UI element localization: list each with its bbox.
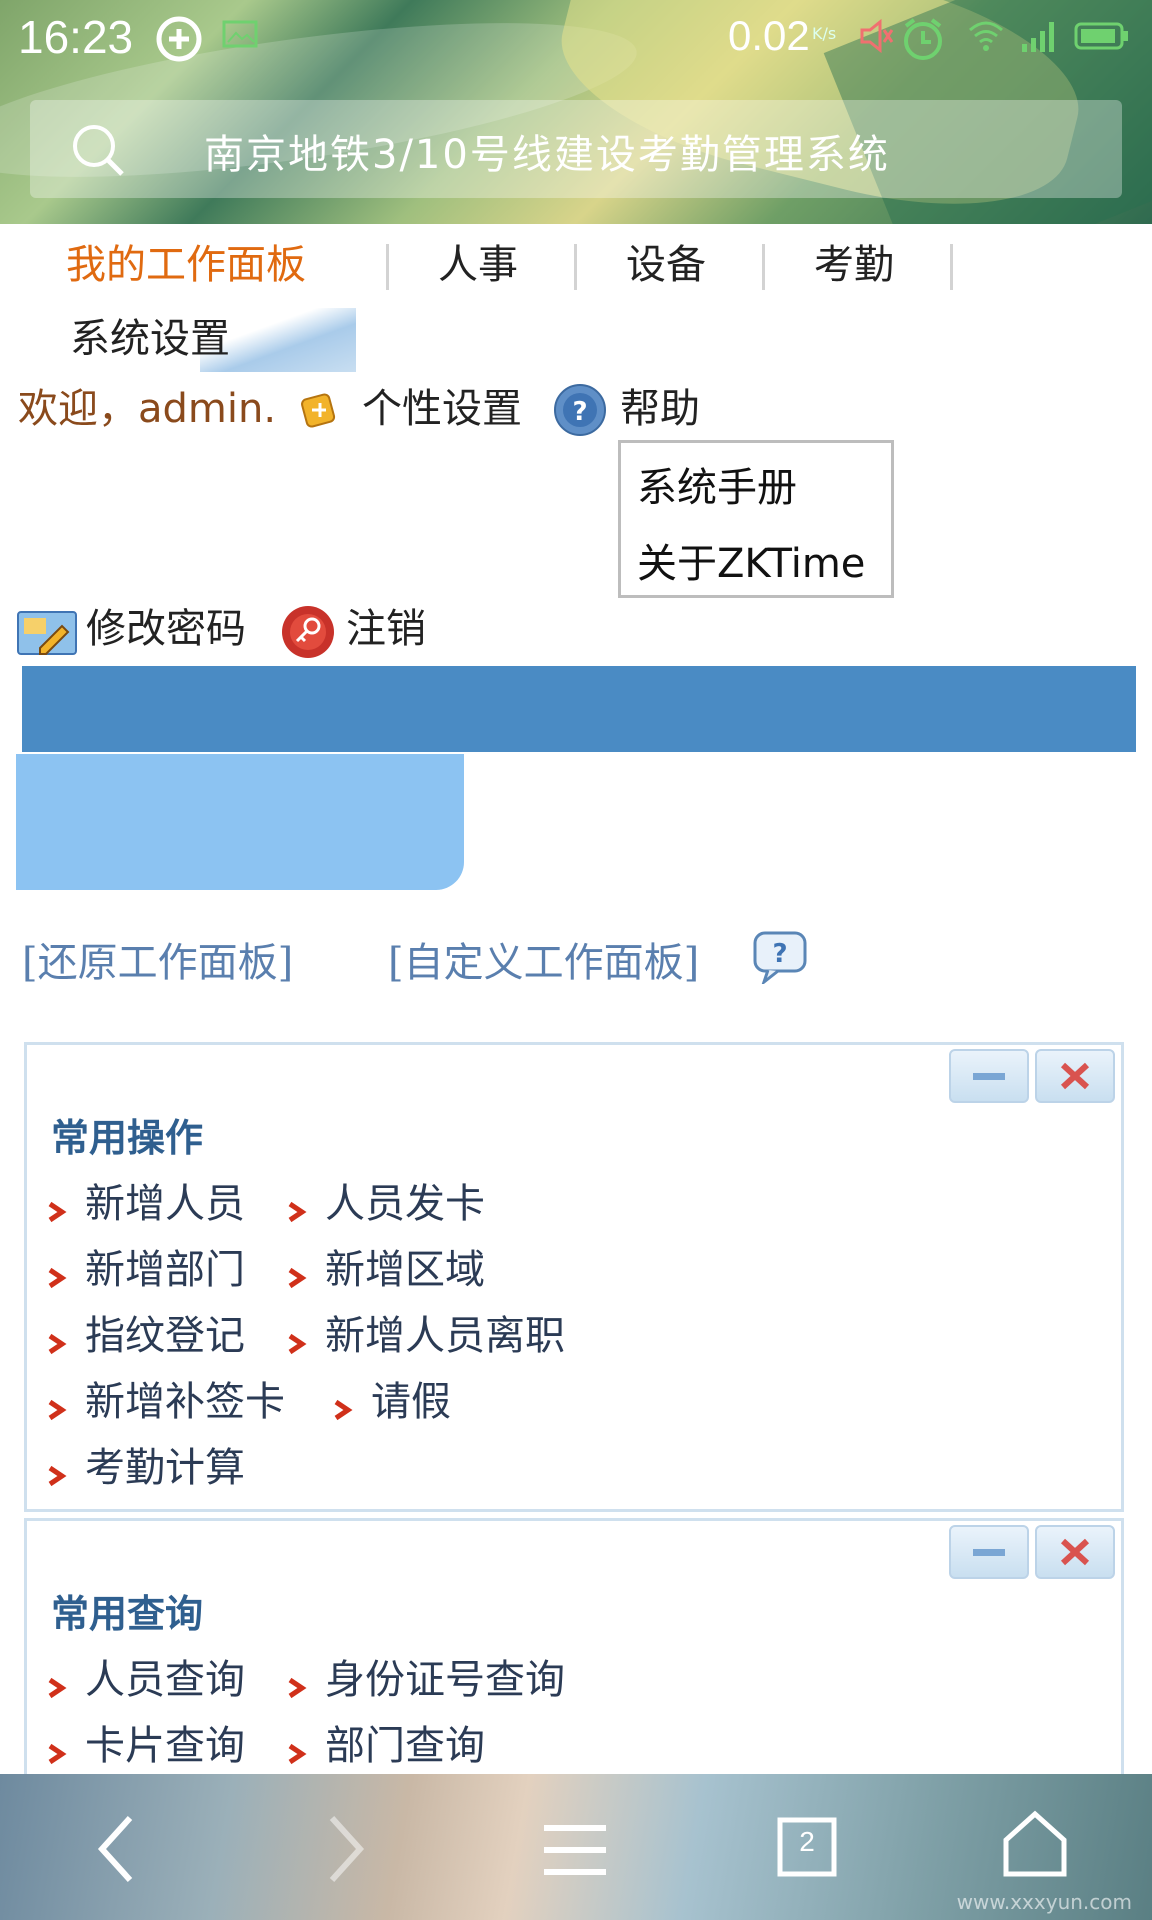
op-fingerprint-enroll[interactable]: 指纹登记 <box>85 1303 245 1361</box>
alarm-icon <box>900 16 946 66</box>
search-bar[interactable]: 南京地铁3/10号线建设考勤管理系统 <box>30 100 1122 198</box>
bullet-arrow-icon <box>47 1267 67 1289</box>
edit-password-icon <box>16 608 78 662</box>
svg-text:?: ? <box>572 397 587 427</box>
sync-icon <box>156 16 202 66</box>
query-person[interactable]: 人员查询 <box>85 1647 245 1705</box>
panel-title: 常用查询 <box>51 1591 204 1636</box>
query-department[interactable]: 部门查询 <box>325 1713 485 1771</box>
common-operations-panel: 常用操作 新增人员 人员发卡 新增部门 新增区域 指纹登记 新增人员离职 新增补… <box>24 1042 1124 1512</box>
menu-icon[interactable] <box>540 1822 610 1882</box>
query-id-number[interactable]: 身份证号查询 <box>325 1647 565 1705</box>
help-dropdown-menu: 系统手册 关于ZKTime <box>618 440 894 598</box>
op-add-department[interactable]: 新增部门 <box>85 1237 245 1295</box>
close-button[interactable] <box>1035 1525 1115 1579</box>
bullet-arrow-icon <box>47 1677 67 1699</box>
search-text: 南京地铁3/10号线建设考勤管理系统 <box>204 132 890 178</box>
minimize-button[interactable] <box>949 1525 1029 1579</box>
settings-icon <box>300 390 340 434</box>
bullet-arrow-icon <box>47 1333 67 1355</box>
tab-system-settings[interactable]: 系统设置 <box>70 306 230 364</box>
battery-icon <box>1074 16 1130 60</box>
header-blue-bar <box>22 666 1136 752</box>
net-speed: 0.02 <box>728 12 810 59</box>
tabs-icon[interactable]: 2 <box>776 1816 838 1882</box>
search-icon <box>70 122 126 178</box>
bullet-arrow-icon <box>47 1743 67 1765</box>
bullet-arrow-icon <box>47 1465 67 1487</box>
browser-bottom-bar: 2 www.xxxyun.com <box>0 1774 1152 1920</box>
logout-icon <box>280 604 336 664</box>
status-time: 16:23 <box>18 11 134 63</box>
op-add-area[interactable]: 新增区域 <box>325 1237 485 1295</box>
net-speed-unit: K/s <box>812 24 837 43</box>
tab-personnel[interactable]: 人事 <box>438 232 518 290</box>
signal-icon <box>1018 16 1058 60</box>
tab-separator <box>386 244 389 290</box>
op-issue-card[interactable]: 人员发卡 <box>325 1171 485 1229</box>
help-icon: ? <box>552 382 608 442</box>
minimize-button[interactable] <box>949 1049 1029 1103</box>
tab-attendance[interactable]: 考勤 <box>814 232 894 290</box>
mute-icon <box>858 16 894 60</box>
menu-item-system-manual[interactable]: 系统手册 <box>637 455 797 513</box>
query-card[interactable]: 卡片查询 <box>85 1713 245 1771</box>
bullet-arrow-icon <box>333 1399 353 1421</box>
status-bar: 16:23 0.02 K/s <box>0 0 1152 78</box>
op-add-resignation[interactable]: 新增人员离职 <box>325 1303 565 1361</box>
panel-title: 常用操作 <box>51 1115 204 1160</box>
customize-dashboard-link[interactable]: [自定义工作面板] <box>388 930 699 988</box>
common-queries-panel: 常用查询 人员查询 身份证号查询 卡片查询 部门查询 <box>24 1518 1124 1778</box>
forward-icon[interactable] <box>326 1814 366 1888</box>
sub-header-block <box>16 754 464 890</box>
welcome-text: 欢迎，admin. <box>18 386 277 432</box>
bullet-arrow-icon <box>287 1677 307 1699</box>
bullet-arrow-icon <box>287 1743 307 1765</box>
home-icon[interactable] <box>1002 1810 1068 1882</box>
op-add-person[interactable]: 新增人员 <box>85 1171 245 1229</box>
image-icon <box>222 16 258 56</box>
personal-settings-link[interactable]: 个性设置 <box>362 376 522 434</box>
bullet-arrow-icon <box>287 1201 307 1223</box>
logout-link[interactable]: 注销 <box>346 596 426 654</box>
menu-item-about-zktime[interactable]: 关于ZKTime <box>637 531 865 589</box>
tab-separator <box>950 244 953 290</box>
tab-count: 2 <box>799 1826 815 1857</box>
tab-separator <box>574 244 577 290</box>
op-add-supplement-card[interactable]: 新增补签卡 <box>85 1369 285 1427</box>
wifi-icon <box>966 16 1006 60</box>
question-bubble-icon[interactable]: ? <box>752 930 810 988</box>
watermark: www.xxxyun.com <box>956 1890 1132 1914</box>
close-button[interactable] <box>1035 1049 1115 1103</box>
tab-separator <box>762 244 765 290</box>
bullet-arrow-icon <box>287 1333 307 1355</box>
back-icon[interactable] <box>96 1814 136 1888</box>
help-link[interactable]: 帮助 <box>620 376 700 434</box>
op-attendance-calc[interactable]: 考勤计算 <box>85 1435 245 1493</box>
tab-my-dashboard[interactable]: 我的工作面板 <box>66 232 306 290</box>
bullet-arrow-icon <box>287 1267 307 1289</box>
bullet-arrow-icon <box>47 1399 67 1421</box>
op-leave[interactable]: 请假 <box>371 1369 451 1427</box>
tab-device[interactable]: 设备 <box>626 232 706 290</box>
restore-dashboard-link[interactable]: [还原工作面板] <box>22 930 293 988</box>
bullet-arrow-icon <box>47 1201 67 1223</box>
svg-text:?: ? <box>772 939 787 969</box>
change-password-link[interactable]: 修改密码 <box>86 596 246 654</box>
